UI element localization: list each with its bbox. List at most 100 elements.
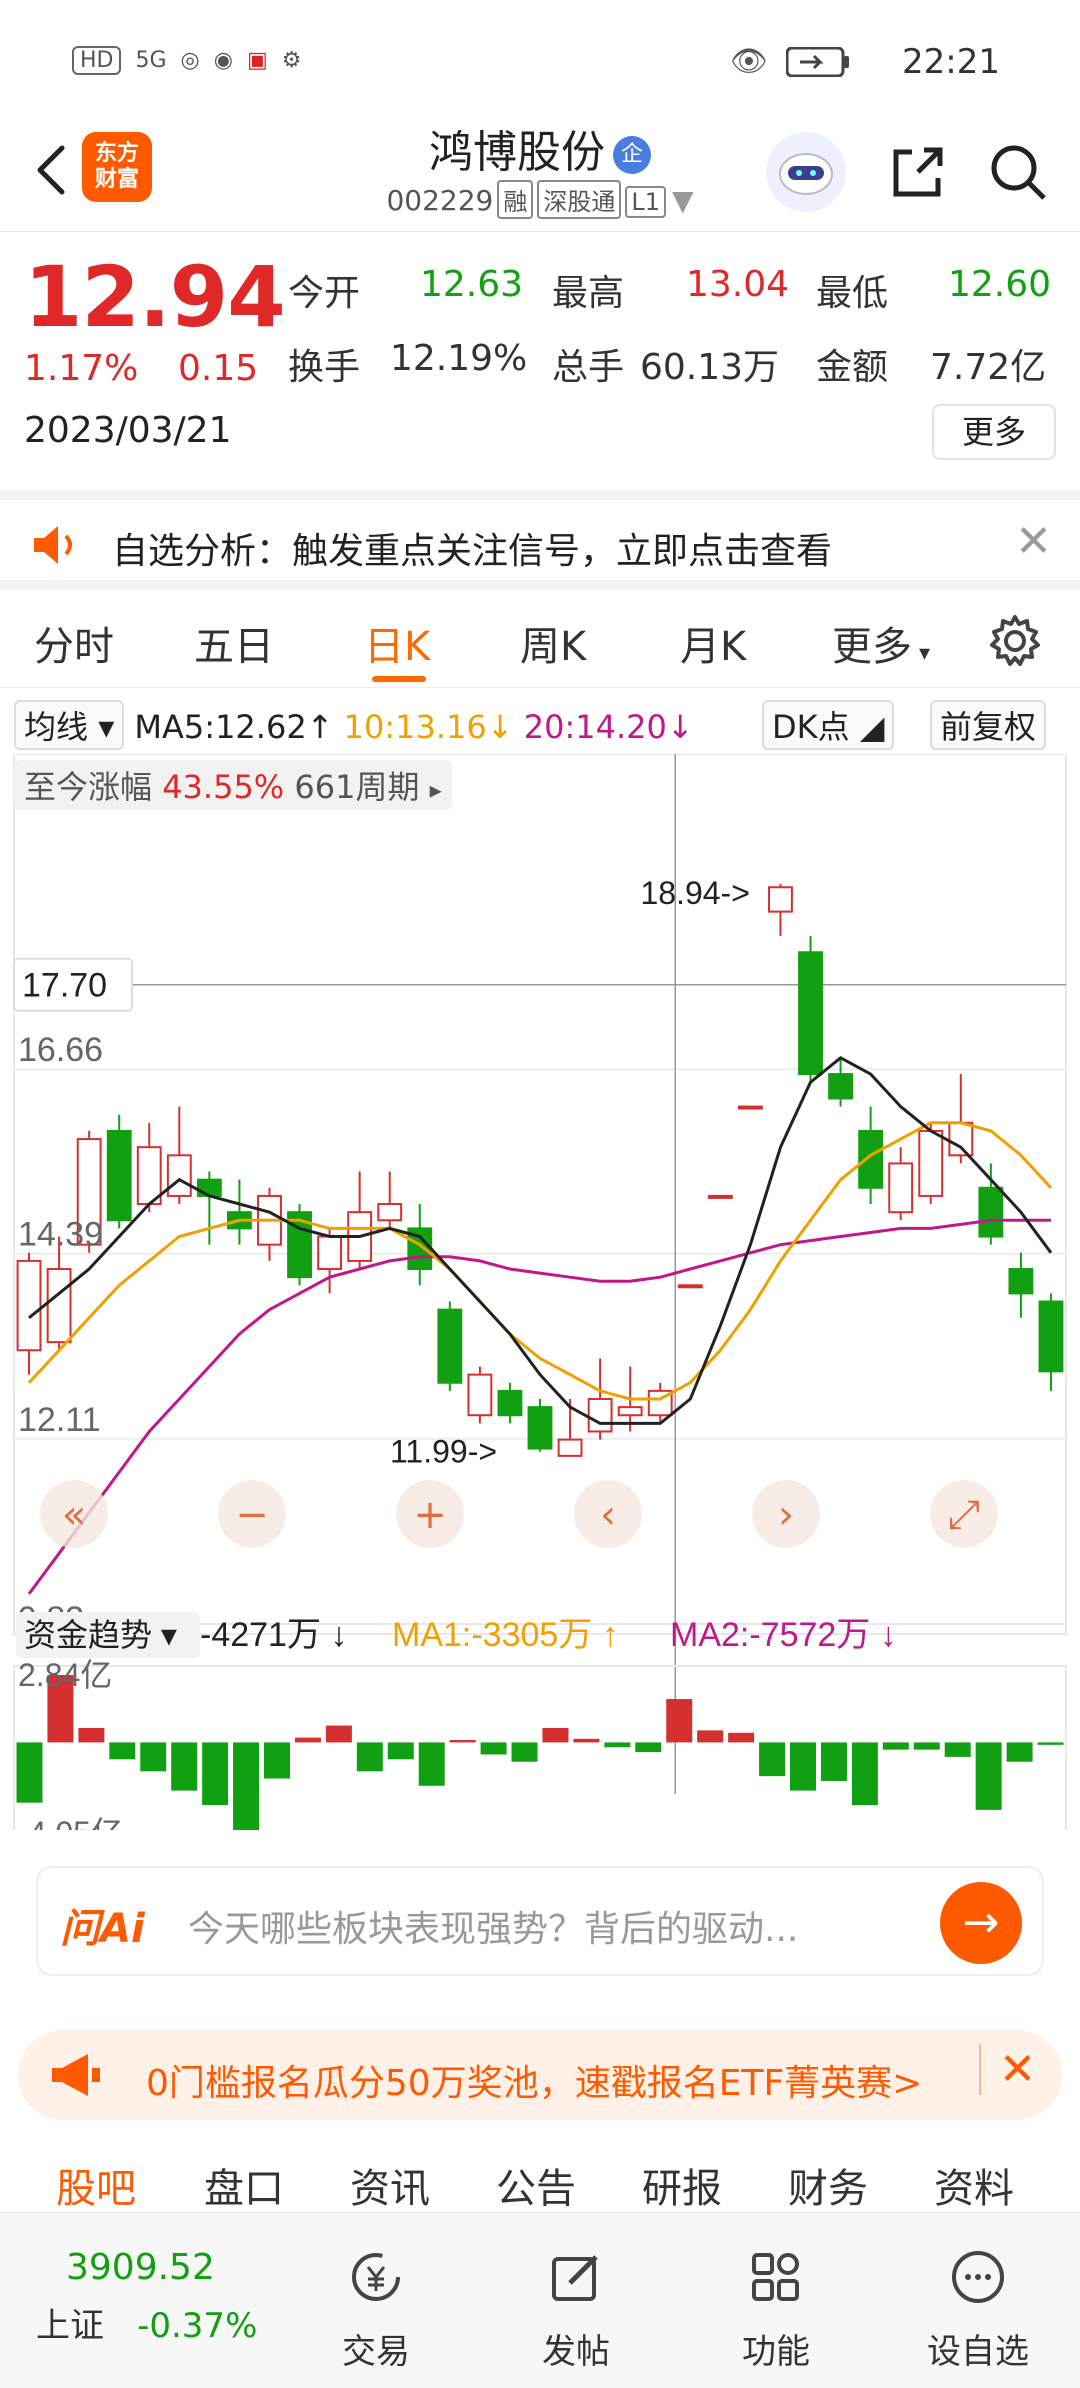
- candle-body: [617, 1406, 643, 1417]
- candle-body: [737, 1105, 763, 1110]
- kline-chart-area[interactable]: 均线 ▾ MA5:12.62↑ 10:13.16↓ 20:14.20↓ DK点 …: [0, 690, 1080, 1830]
- fund-flow-bar: [16, 1742, 43, 1803]
- fund-menu: 资金趋势 ▾: [24, 1617, 177, 1653]
- expand-icon-glyph: ⤢: [948, 1492, 980, 1538]
- candle-body: [527, 1406, 553, 1450]
- tab-weekly-k[interactable]: 周K: [520, 614, 586, 672]
- more-dots-icon: [952, 2251, 1004, 2303]
- tab-orderbook[interactable]: 盘口: [204, 2156, 284, 2214]
- tab-research[interactable]: 研报: [642, 2156, 722, 2214]
- nav-functions[interactable]: 功能: [696, 2249, 856, 2373]
- nav-trade[interactable]: 交易: [296, 2249, 456, 2373]
- fund-ma1: MA1:-3305万 ↑: [392, 1616, 619, 1654]
- gear-icon[interactable]: [986, 612, 1044, 670]
- tab-forum[interactable]: 股吧: [56, 2156, 136, 2214]
- dk-label: DK点: [772, 708, 850, 746]
- tab-profile[interactable]: 资料: [934, 2156, 1014, 2214]
- tab-daily-k[interactable]: 日K: [364, 614, 430, 672]
- fund-flow-bar: [418, 1742, 445, 1786]
- dk-point-button[interactable]: DK点 ◢: [762, 700, 895, 750]
- fund-flow-bar: [913, 1742, 940, 1750]
- tab-announcements[interactable]: 公告: [496, 2156, 576, 2214]
- tab-five-day[interactable]: 五日: [194, 614, 274, 672]
- fund-flow-bar: [1037, 1742, 1064, 1745]
- fund-flow-bar: [790, 1742, 816, 1791]
- ask-ai-box[interactable]: 问Ai 今天哪些板块表现强势？背后的驱动... →: [36, 1866, 1044, 1976]
- close-icon[interactable]: ✕: [1015, 516, 1052, 567]
- candle-body: [978, 1186, 1004, 1238]
- stock-code: 002229: [386, 184, 494, 217]
- fund-flow-bar: [233, 1742, 260, 1830]
- chevron-down-icon[interactable]: ▼: [672, 184, 694, 217]
- kline-svg[interactable]: 16.6614.3912.119.8317.7018.94->11.99->«−…: [0, 754, 1080, 1830]
- fund-flow-bar: [666, 1699, 693, 1743]
- assistant-avatar-icon[interactable]: [766, 132, 846, 212]
- candle-body: [196, 1178, 222, 1197]
- crosshair-price-label: 17.70: [22, 967, 107, 1005]
- promo-banner[interactable]: 0门槛报名瓜分50万奖池，速戳报名ETF菁英赛> ✕: [18, 2030, 1062, 2120]
- content-tabs: 股吧 盘口 资讯 公告 研报 财务 资料: [0, 2150, 1080, 2218]
- candle-body: [798, 951, 823, 1076]
- nav-post[interactable]: 发帖: [496, 2249, 656, 2373]
- close-icon[interactable]: ✕: [979, 2044, 1036, 2095]
- candle-body: [106, 1129, 132, 1222]
- amount-label: 金额: [816, 347, 889, 388]
- fund-flow-bar: [975, 1742, 1002, 1810]
- candle-body: [677, 1284, 703, 1289]
- app-icon: ▣: [246, 48, 268, 73]
- fund-flow-bar: [604, 1742, 631, 1748]
- fund-top-label: 2.84亿: [18, 1657, 112, 1693]
- tab-news[interactable]: 资讯: [350, 2156, 430, 2214]
- nav-post-label: 发帖: [542, 2332, 610, 2372]
- open-value: 12.63: [420, 264, 524, 305]
- tab-monthly-k[interactable]: 月K: [680, 614, 746, 672]
- adjust-button[interactable]: 前复权: [930, 700, 1047, 750]
- fund-flow-bar: [851, 1742, 878, 1806]
- fund-flow-bar: [387, 1742, 414, 1760]
- ma-menu[interactable]: 均线 ▾: [14, 700, 125, 750]
- battery-icon: [786, 46, 849, 77]
- index-widget[interactable]: 3909.52 上证 -0.37%: [36, 2247, 286, 2347]
- search-icon[interactable]: [984, 138, 1054, 208]
- tab-more[interactable]: 更多 ▾: [832, 614, 930, 672]
- bottom-nav: 3909.52 上证 -0.37% 交易 发帖 功能 设自选: [0, 2212, 1080, 2388]
- fund-flow-bar: [944, 1742, 971, 1757]
- wechat-icon: ◉: [213, 48, 233, 73]
- tag-level: L1: [625, 186, 666, 218]
- tab-finance[interactable]: 财务: [788, 2156, 868, 2214]
- nav-trade-label: 交易: [342, 2332, 410, 2372]
- chevron-right-icon-glyph: ›: [778, 1492, 794, 1538]
- stock-header: 东方 财富 鸿博股份企 002229 融深股通 L1 ▼: [0, 110, 1080, 232]
- active-tab-indicator: [372, 676, 426, 682]
- candle-body: [1008, 1268, 1034, 1295]
- analysis-notice[interactable]: 自选分析：触发重点关注信号，立即点击查看 ✕: [0, 490, 1080, 590]
- hd-indicator: HD: [72, 46, 122, 75]
- candle-body: [497, 1389, 523, 1417]
- grid-icon: [752, 2253, 799, 2301]
- ask-ai-placeholder[interactable]: 今天哪些板块表现强势？背后的驱动...: [188, 1900, 798, 1952]
- candle-body: [467, 1373, 493, 1417]
- arrow-right-icon[interactable]: →: [940, 1882, 1022, 1964]
- ma5-value: MA5:12.62↑: [134, 708, 334, 746]
- candle-body: [888, 1162, 914, 1214]
- zoom-in-icon-glyph: +: [413, 1492, 447, 1538]
- tab-intraday[interactable]: 分时: [34, 614, 114, 672]
- fund-flow-bar: [78, 1727, 105, 1743]
- high-label: 最高: [552, 273, 625, 314]
- gain-badge[interactable]: 至今涨幅 43.55% 661周期 ▸: [14, 760, 452, 810]
- candle-body: [166, 1154, 192, 1197]
- more-quote-button[interactable]: 更多: [932, 404, 1056, 460]
- share-icon[interactable]: [882, 138, 952, 208]
- turnover-label: 换手: [288, 347, 361, 388]
- period-tabs: 分时 五日 日K 周K 月K 更多 ▾: [0, 600, 1080, 688]
- fund-flow-bar: [573, 1738, 600, 1743]
- index-change: -0.37%: [137, 2306, 258, 2346]
- megaphone-icon: [52, 2054, 100, 2096]
- candle-body: [437, 1308, 463, 1384]
- settings-icon: ⚙: [281, 48, 302, 73]
- fund-flow-bar: [264, 1742, 290, 1779]
- candle-body: [587, 1397, 613, 1433]
- max-price-marker: 18.94->: [640, 875, 749, 911]
- nav-add-watchlist[interactable]: 设自选: [898, 2249, 1058, 2373]
- fund-flow-bar: [728, 1732, 755, 1743]
